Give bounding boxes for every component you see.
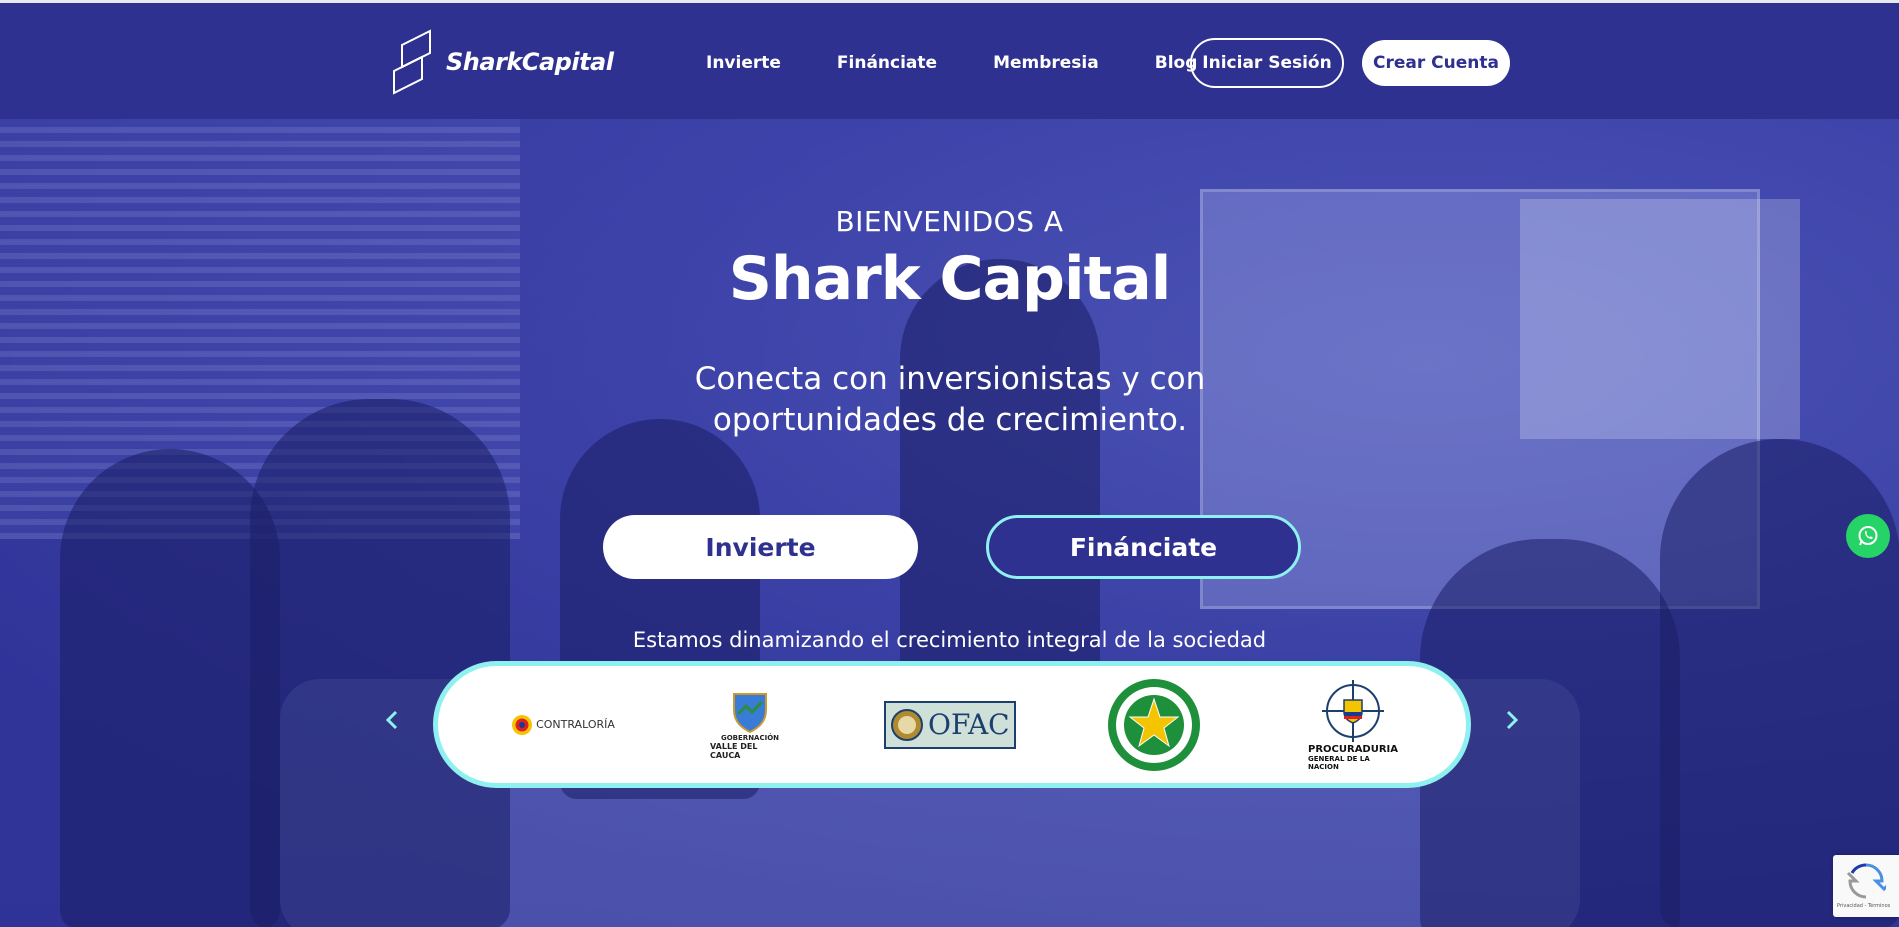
site-header: SharkCapital Invierte Finánciate Membres… [0, 3, 1899, 119]
carousel-prev-button[interactable] [380, 708, 404, 732]
hero-title: Shark Capital [728, 244, 1172, 314]
hero-section: BIENVENIDOS A Shark Capital Conecta con … [0, 119, 1899, 927]
shark-logo-icon [393, 29, 431, 95]
gobernacion-label-1: GOBERNACIÓN [720, 733, 780, 742]
background-person [60, 449, 280, 927]
gobernacion-label-2: VALLE DEL CAUCA [710, 741, 758, 760]
login-button[interactable]: Iniciar Sesión [1190, 38, 1344, 88]
treasury-seal-icon [891, 708, 923, 741]
chevron-right-icon [1506, 710, 1519, 730]
background-person [1660, 439, 1899, 927]
carousel-next-button[interactable] [1500, 708, 1524, 732]
nav-membresia[interactable]: Membresia [993, 39, 1099, 87]
chevron-left-icon [385, 710, 398, 730]
ofac-label: OFAC [928, 708, 1010, 741]
finance-button[interactable]: Finánciate [986, 515, 1301, 579]
signup-button[interactable]: Crear Cuenta [1362, 40, 1510, 86]
contraloria-label: CONTRALORÍA [536, 718, 615, 731]
main-nav: Invierte Finánciate Membresia Blog [706, 39, 1253, 87]
recaptcha-terms[interactable]: Privacidad - Términos [1837, 903, 1890, 909]
policia-seal-icon [1108, 678, 1200, 771]
procuraduria-label-2: GENERAL DE LA NACION [1308, 755, 1370, 771]
background-person [900, 259, 1100, 679]
procuraduria-label-1: PROCURADURIA [1308, 744, 1399, 755]
partners-carousel: CONTRALORÍA GOBERNACIÓN VALLE DEL CAUCA … [433, 661, 1471, 788]
partner-ofac: OFAC [884, 666, 1016, 783]
whatsapp-icon [1858, 526, 1878, 546]
brand-name: SharkCapital [446, 48, 614, 76]
nav-financiate[interactable]: Finánciate [837, 39, 937, 87]
procuraduria-emblem-icon [1322, 680, 1384, 742]
partner-gobernacion: GOBERNACIÓN VALLE DEL CAUCA [710, 666, 790, 783]
nav-invierte[interactable]: Invierte [706, 39, 781, 87]
recaptcha-icon [1846, 863, 1886, 899]
partner-procuraduria: PROCURADURIA GENERAL DE LA NACION [1308, 666, 1398, 783]
brand-logo[interactable]: SharkCapital [392, 25, 614, 99]
hero-subtitle: Conecta con inversionistas y con oportun… [694, 361, 1206, 438]
recaptcha-badge[interactable]: Privacidad - Términos [1833, 855, 1899, 917]
hero-welcome: BIENVENIDOS A [835, 205, 1064, 238]
hero-tagline: Estamos dinamizando el crecimiento integ… [632, 628, 1267, 652]
contraloria-logo-icon [512, 714, 533, 735]
background-person [250, 399, 510, 927]
gobernacion-shield-icon [733, 692, 767, 733]
partner-contraloria: CONTRALORÍA [498, 666, 628, 783]
invest-button[interactable]: Invierte [603, 515, 918, 579]
whatsapp-float-button[interactable] [1846, 514, 1890, 558]
partner-policia [1104, 666, 1204, 783]
